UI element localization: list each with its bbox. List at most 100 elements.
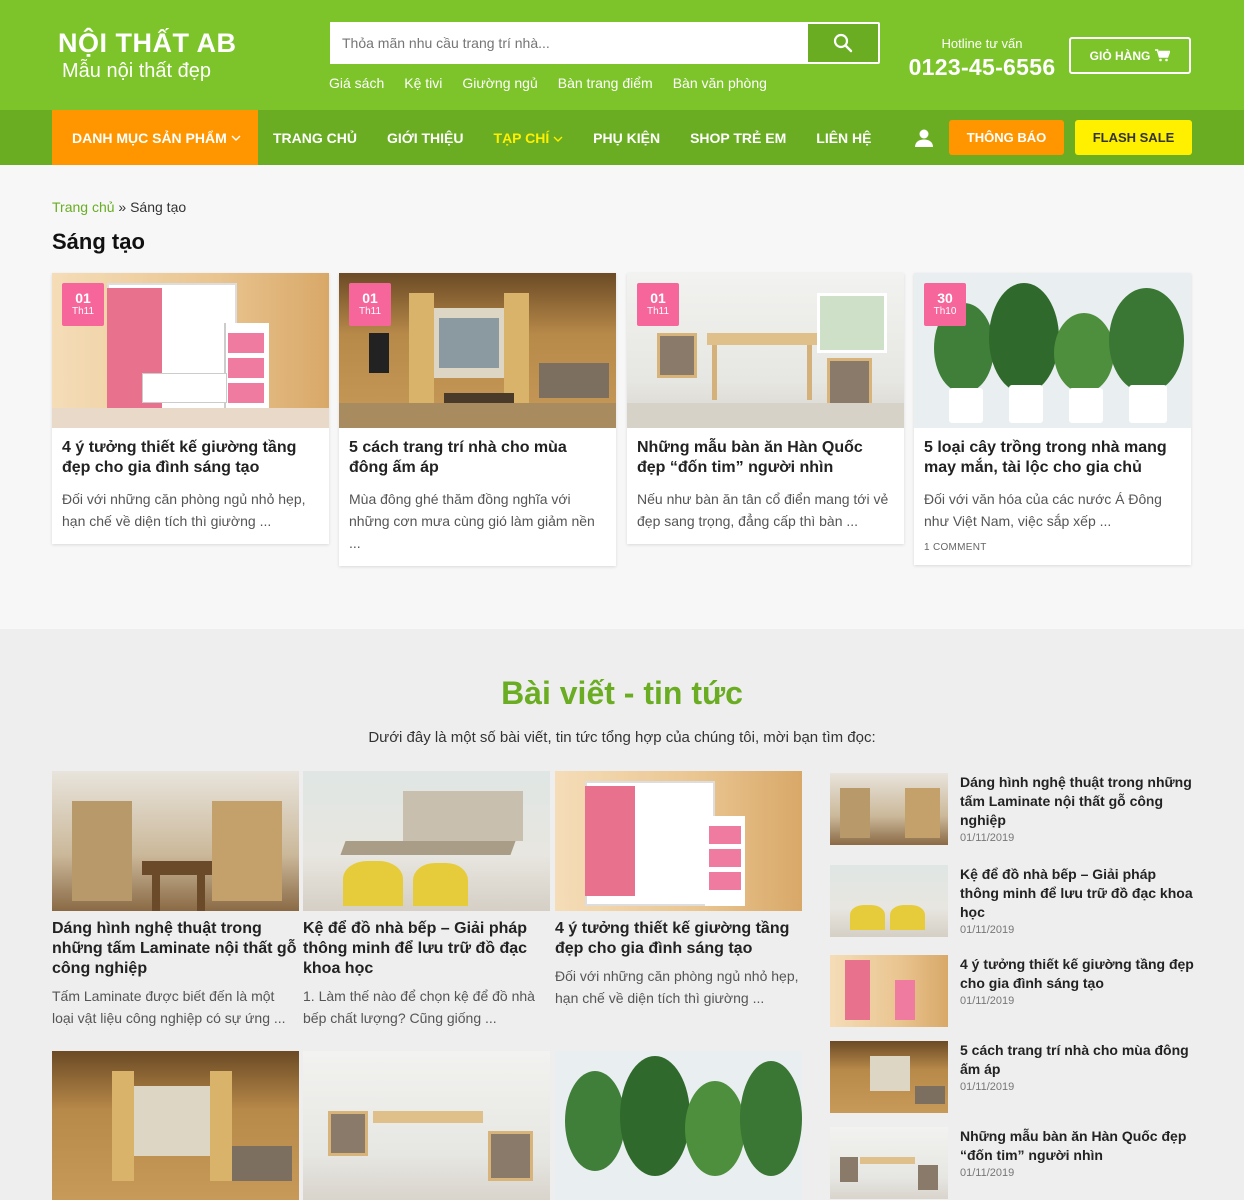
post-title[interactable]: 5 cách trang trí nhà cho mùa đông ấm áp [339, 428, 616, 488]
news-image[interactable] [303, 1051, 550, 1200]
user-icon[interactable] [914, 129, 934, 147]
news-excerpt: Đối với những căn phòng ngủ nhỏ hẹp, hạn… [555, 968, 799, 1006]
category-label: DANH MỤC SẢN PHẨM [72, 129, 227, 146]
hotline-number[interactable]: 0123-45-6556 [905, 52, 1059, 82]
post-day: 01 [362, 290, 378, 306]
hotline: Hotline tư vấn 0123-45-6556 [905, 36, 1059, 82]
news-title[interactable]: Kệ để đồ nhà bếp – Giải pháp thông minh … [303, 919, 550, 979]
news-title[interactable]: 4 ý tưởng thiết kế giường tầng đẹp cho g… [555, 919, 802, 959]
nav-item-shop-tre-em[interactable]: SHOP TRẺ EM [690, 130, 786, 146]
nav-item-lien-he[interactable]: LIÊN HỆ [816, 130, 871, 146]
news-card[interactable]: Kệ để đồ nhà bếp – Giải pháp thông minh … [303, 771, 550, 1029]
cart-label: GIỎ HÀNG [1089, 48, 1151, 63]
quick-link-ban-trang-diem[interactable]: Bàn trang điểm [558, 75, 653, 91]
news-image[interactable] [52, 771, 299, 911]
nav-item-tap-chi[interactable]: TẠP CHÍ [494, 130, 564, 146]
sidebar-title[interactable]: Những mẫu bàn ăn Hàn Quốc đẹp “đốn tim” … [960, 1127, 1196, 1165]
breadcrumb-home[interactable]: Trang chủ [52, 199, 115, 215]
post-month: Th11 [358, 306, 382, 317]
flash-sale-button[interactable]: FLASH SALE [1075, 120, 1192, 155]
post-card[interactable]: 30 Th10 5 loại cây trồng trong nhà mang m… [914, 273, 1191, 565]
post-excerpt: Đối với văn hóa của các nước Á Đông như … [924, 491, 1162, 529]
sidebar-title[interactable]: 4 ý tưởng thiết kế giường tầng đẹp cho g… [960, 955, 1196, 993]
quick-links: Giá sách Kệ tivi Giường ngủ Bàn trang đi… [329, 75, 767, 91]
sidebar-thumb[interactable] [830, 865, 948, 937]
post-day: 30 [937, 290, 953, 306]
quick-link-ke-tivi[interactable]: Kệ tivi [404, 75, 442, 91]
post-image[interactable]: 01 Th11 [627, 273, 904, 428]
chevron-down-icon [553, 136, 563, 142]
news-card[interactable]: 4 ý tưởng thiết kế giường tầng đẹp cho g… [555, 771, 802, 1009]
news-card[interactable] [555, 1051, 802, 1200]
post-excerpt: Đối với những căn phòng ngủ nhỏ hẹp, hạn… [62, 491, 306, 529]
nav-item-gioi-thieu[interactable]: GIỚI THIỆU [387, 130, 464, 146]
post-excerpt: Nếu như bàn ăn tân cổ điển mang tới vẻ đ… [637, 491, 889, 529]
post-card[interactable]: 01 Th11 4 ý tưởng thiết kế giường tầng đẹ… [52, 273, 329, 544]
post-month: Th11 [646, 306, 670, 317]
post-date: 30 Th10 [924, 283, 966, 326]
notify-button[interactable]: THÔNG BÁO [949, 120, 1064, 155]
post-day: 01 [650, 290, 666, 306]
quick-link-gia-sach[interactable]: Giá sách [329, 75, 384, 91]
post-comments[interactable]: 1 COMMENT [914, 532, 1191, 553]
search-box [330, 22, 880, 64]
news-card[interactable]: Dáng hình nghệ thuật trong những tấm Lam… [52, 771, 299, 1029]
post-image[interactable]: 30 Th10 [914, 273, 1191, 428]
sidebar-title[interactable]: Dáng hình nghệ thuật trong những tấm Lam… [960, 773, 1196, 830]
logo[interactable]: NỘI THẤT AB Mẫu nội thất đẹp [58, 28, 236, 84]
quick-link-giuong-ngu[interactable]: Giường ngủ [462, 75, 537, 91]
breadcrumb-current: Sáng tạo [130, 199, 187, 215]
news-heading: Bài viết - tin tức [501, 675, 743, 711]
news-card[interactable] [52, 1051, 299, 1200]
category-menu-button[interactable]: DANH MỤC SẢN PHẨM [52, 110, 258, 165]
post-title[interactable]: 4 ý tưởng thiết kế giường tầng đẹp cho g… [52, 428, 329, 488]
hotline-label: Hotline tư vấn [941, 36, 1023, 51]
sidebar-title[interactable]: 5 cách trang trí nhà cho mùa đông ấm áp [960, 1041, 1196, 1079]
search-input[interactable] [330, 22, 806, 64]
sidebar-date: 01/11/2019 [960, 1167, 1015, 1179]
search-button[interactable] [808, 24, 878, 62]
sidebar-thumb[interactable] [830, 773, 948, 845]
sidebar-date: 01/11/2019 [960, 995, 1015, 1007]
sidebar-post[interactable]: 5 cách trang trí nhà cho mùa đông ấm áp 0… [830, 1041, 1194, 1116]
sidebar-title[interactable]: Kệ để đồ nhà bếp – Giải pháp thông minh … [960, 865, 1196, 922]
news-image[interactable] [555, 771, 802, 911]
quick-link-ban-van-phong[interactable]: Bàn văn phòng [673, 75, 767, 91]
sidebar-thumb[interactable] [830, 1041, 948, 1113]
breadcrumb-separator: » [118, 199, 127, 215]
chevron-down-icon [231, 135, 241, 141]
sidebar-post[interactable]: Những mẫu bàn ăn Hàn Quốc đẹp “đốn tim” … [830, 1127, 1194, 1200]
post-image[interactable]: 01 Th11 [339, 273, 616, 428]
post-day: 01 [75, 290, 91, 306]
post-title[interactable]: 5 loại cây trồng trong nhà mang may mắn,… [914, 428, 1191, 488]
post-date: 01 Th11 [637, 283, 679, 326]
sidebar-post[interactable]: 4 ý tưởng thiết kế giường tầng đẹp cho g… [830, 955, 1194, 1030]
news-image[interactable] [52, 1051, 299, 1200]
post-image[interactable]: 01 Th11 [52, 273, 329, 428]
sidebar-thumb[interactable] [830, 1127, 948, 1199]
news-image[interactable] [555, 1051, 802, 1200]
post-card[interactable]: 01 Th11 5 cách trang trí nhà cho mùa đông… [339, 273, 616, 566]
cart-icon [1155, 49, 1171, 62]
news-excerpt: Tấm Laminate được biết đến là một loại v… [52, 988, 286, 1026]
sidebar-date: 01/11/2019 [960, 832, 1015, 844]
news-image[interactable] [303, 771, 550, 911]
news-card[interactable] [303, 1051, 550, 1200]
sidebar-post[interactable]: Dáng hình nghệ thuật trong những tấm Lam… [830, 773, 1194, 848]
sidebar-post[interactable]: Kệ để đồ nhà bếp – Giải pháp thông minh … [830, 865, 1194, 940]
post-month: Th10 [933, 306, 957, 317]
sidebar-thumb[interactable] [830, 955, 948, 1027]
post-title[interactable]: Những mẫu bàn ăn Hàn Quốc đẹp “đốn tim” … [627, 428, 904, 488]
post-date: 01 Th11 [349, 283, 391, 326]
nav-item-trang-chu[interactable]: TRANG CHỦ [273, 130, 357, 146]
nav-item-phu-kien[interactable]: PHỤ KIỆN [593, 130, 660, 146]
post-card[interactable]: 01 Th11 Những mẫu bàn ăn Hàn Quốc đẹp “đố… [627, 273, 904, 544]
nav-item-tap-chi-label: TẠP CHÍ [493, 129, 550, 146]
header-top: NỘI THẤT AB Mẫu nội thất đẹp Giá sách Kệ… [0, 0, 1244, 110]
cart-button[interactable]: GIỎ HÀNG [1069, 37, 1191, 74]
post-excerpt: Mùa đông ghé thăm đồng nghĩa với những c… [349, 491, 595, 551]
news-title[interactable]: Dáng hình nghệ thuật trong những tấm Lam… [52, 919, 299, 979]
breadcrumb: Trang chủ » Sáng tạo [52, 199, 186, 215]
page-title: Sáng tạo [52, 229, 145, 254]
post-month: Th11 [71, 306, 95, 317]
